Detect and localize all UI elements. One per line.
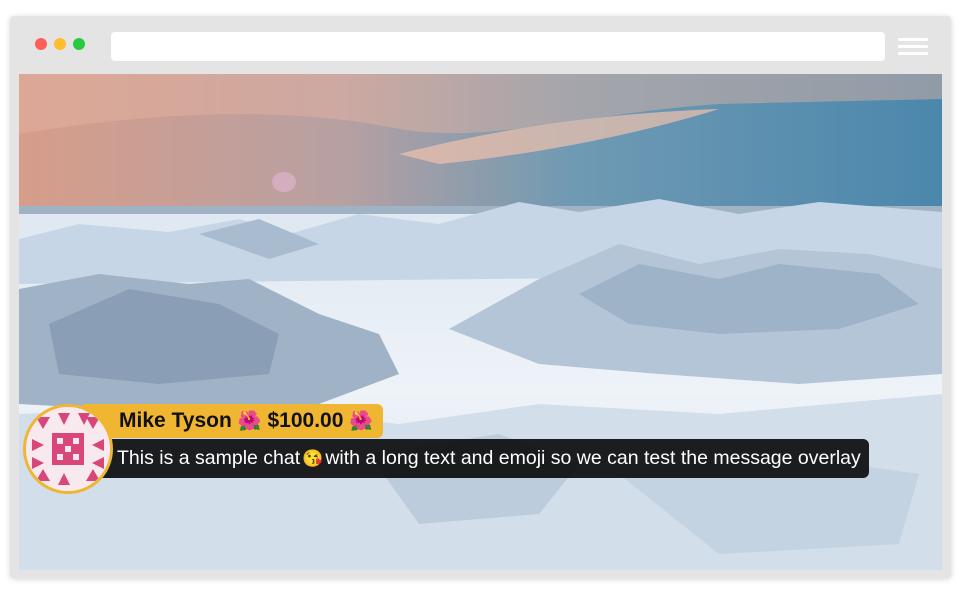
close-window-button[interactable] bbox=[35, 38, 47, 50]
chat-message-bar: This is a sample chat 😘 with a long text… bbox=[83, 439, 869, 478]
donation-amount: $100.00 bbox=[267, 409, 344, 432]
pink-geometric-avatar-icon bbox=[26, 407, 110, 491]
address-bar[interactable] bbox=[111, 32, 885, 61]
chat-message-overlay: Mike Tyson 🌺 $100.00 🌺 This is a sample … bbox=[23, 404, 933, 496]
window-controls bbox=[35, 38, 85, 50]
username-label: Mike Tyson bbox=[119, 409, 232, 432]
donation-header: Mike Tyson 🌺 $100.00 🌺 bbox=[83, 404, 384, 438]
video-viewport: Mike Tyson 🌺 $100.00 🌺 This is a sample … bbox=[19, 74, 942, 570]
message-text-end: with a long text and emoji so we can tes… bbox=[325, 447, 861, 469]
user-avatar bbox=[23, 404, 113, 494]
kiss-face-emoji-icon: 😘 bbox=[302, 449, 324, 468]
minimize-window-button[interactable] bbox=[54, 38, 66, 50]
message-text-start: This is a sample chat bbox=[117, 447, 301, 469]
hamburger-menu-icon[interactable] bbox=[898, 38, 928, 56]
maximize-window-button[interactable] bbox=[73, 38, 85, 50]
hibiscus-emoji-icon: 🌺 bbox=[237, 410, 262, 432]
hibiscus-emoji-icon: 🌺 bbox=[349, 410, 374, 432]
browser-window: Mike Tyson 🌺 $100.00 🌺 This is a sample … bbox=[10, 16, 951, 578]
